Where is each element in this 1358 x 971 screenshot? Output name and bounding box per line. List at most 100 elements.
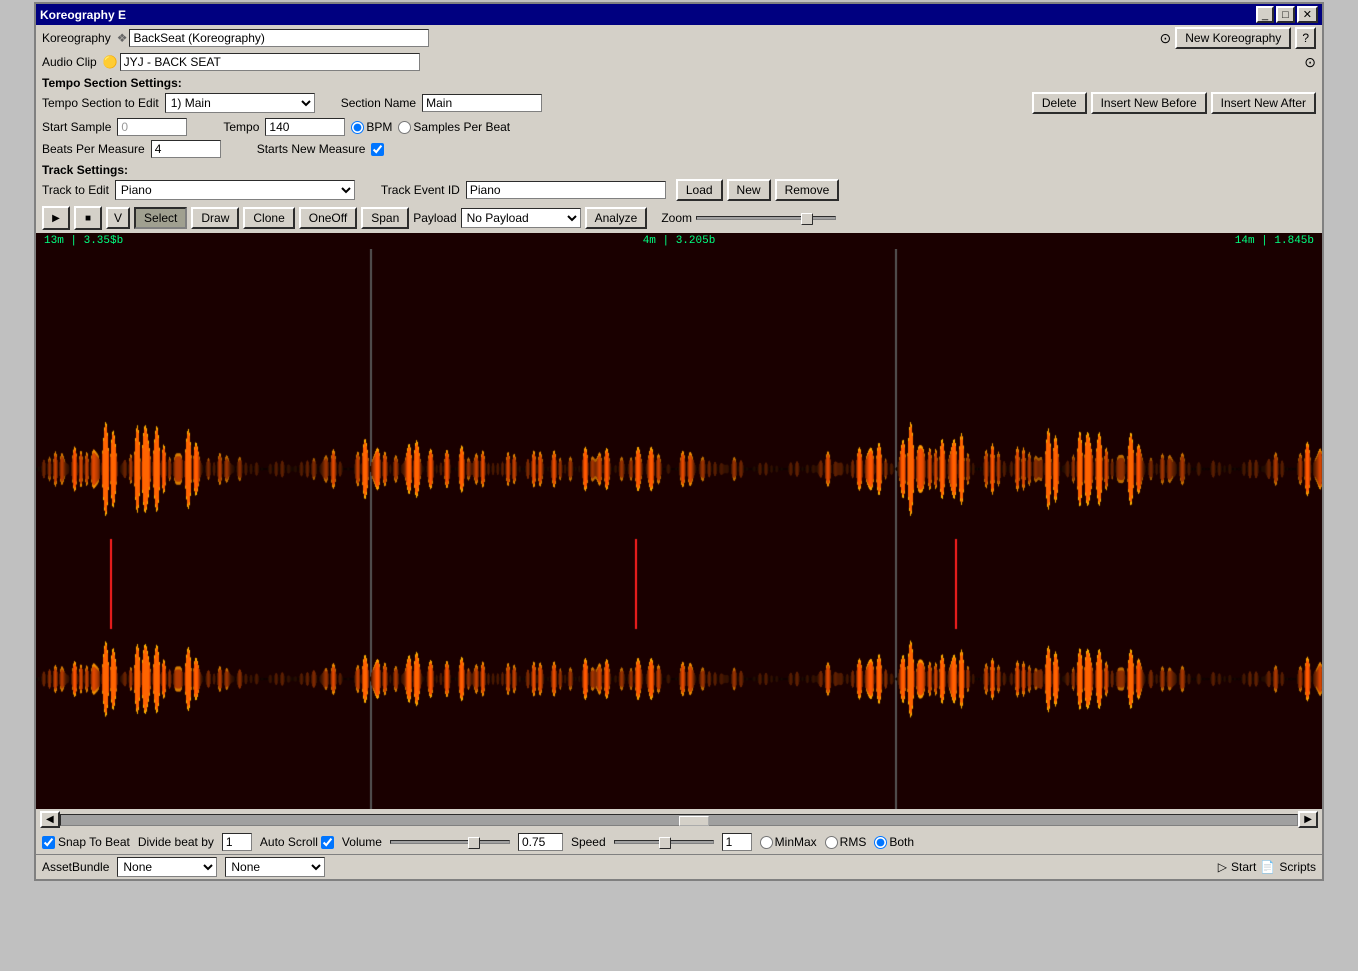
beats-per-measure-label: Beats Per Measure	[42, 142, 145, 156]
audio-clip-label: Audio Clip	[42, 55, 97, 69]
bottom-bar: Snap To Beat Divide beat by Auto Scroll …	[36, 830, 1322, 854]
volume-value-input[interactable]	[518, 833, 563, 851]
new-koreography-btn[interactable]: New Koreography	[1175, 27, 1291, 49]
status-bar: AssetBundle None None ▷ Start 📄 Scripts	[36, 854, 1322, 879]
payload-label: Payload	[413, 211, 456, 225]
beats-per-measure-input[interactable]	[151, 140, 221, 158]
divide-beat-label: Divide beat by	[138, 835, 214, 849]
koreography-row: Koreography ❖ ⊙ New Koreography ?	[36, 25, 1322, 51]
rms-label: RMS	[825, 835, 867, 849]
asset-bundle-select-1[interactable]: None	[117, 857, 217, 877]
both-radio[interactable]	[874, 836, 887, 849]
koreography-input[interactable]	[129, 29, 429, 47]
speed-slider-thumb[interactable]	[659, 837, 671, 849]
tempo-input[interactable]	[265, 118, 345, 136]
spb-radio[interactable]	[398, 121, 411, 134]
v-btn[interactable]: V	[106, 207, 130, 229]
scroll-right-btn[interactable]: ▶	[1298, 811, 1318, 828]
zoom-label: Zoom	[661, 211, 692, 225]
waveform-header: 13m | 3.35$b 4m | 3.205b 14m | 1.845b	[36, 233, 1322, 249]
minmax-label: MinMax	[760, 835, 817, 849]
maximize-btn[interactable]: □	[1276, 6, 1295, 23]
spb-label: Samples Per Beat	[398, 120, 510, 134]
scripts-icon: 📄	[1260, 860, 1275, 874]
section-name-input[interactable]	[422, 94, 542, 112]
starts-new-measure-checkbox[interactable]	[371, 143, 384, 156]
marker-left: 13m | 3.35$b	[44, 235, 123, 247]
start-label: Start	[1231, 860, 1256, 874]
waveform-area[interactable]	[36, 249, 1322, 809]
close-btn[interactable]: ✕	[1297, 6, 1318, 23]
auto-scroll-label: Auto Scroll	[260, 835, 334, 849]
start-icon: ▷	[1218, 860, 1227, 874]
insert-before-btn[interactable]: Insert New Before	[1091, 92, 1207, 114]
koreography-icon: ❖	[117, 31, 128, 45]
track-row: Track to Edit Piano Track Event ID Load …	[36, 177, 1322, 203]
both-label: Both	[874, 835, 914, 849]
scrollbar-thumb[interactable]	[679, 816, 709, 826]
clone-btn[interactable]: Clone	[243, 207, 294, 229]
minimize-btn[interactable]: _	[1256, 6, 1274, 23]
scripts-label: Scripts	[1279, 860, 1316, 874]
speed-slider-track[interactable]	[614, 840, 714, 844]
payload-select[interactable]: No Payload	[461, 208, 581, 228]
new-track-btn[interactable]: New	[727, 179, 771, 201]
remove-btn[interactable]: Remove	[775, 179, 840, 201]
divide-beat-input[interactable]	[222, 833, 252, 851]
scrollbar-row: ◀ ▶	[36, 809, 1322, 830]
stop-btn[interactable]: ■	[74, 206, 102, 230]
snap-to-beat-checkbox[interactable]	[42, 836, 55, 849]
bpm-radio[interactable]	[351, 121, 364, 134]
speed-label: Speed	[571, 835, 606, 849]
scroll-left-btn[interactable]: ◀	[40, 811, 60, 828]
scrollbar-track[interactable]	[60, 814, 1299, 826]
track-to-edit-select[interactable]: Piano	[115, 180, 355, 200]
tempo-label: Tempo	[223, 120, 259, 134]
load-btn[interactable]: Load	[676, 179, 723, 201]
snap-to-beat-label: Snap To Beat	[42, 835, 130, 849]
bpm-label: BPM	[351, 120, 392, 134]
track-to-edit-label: Track to Edit	[42, 183, 109, 197]
marker-right: 14m | 1.845b	[1235, 235, 1314, 247]
volume-slider-thumb[interactable]	[468, 837, 480, 849]
audio-icon: 🟡	[103, 55, 118, 69]
start-scripts-group: ▷ Start 📄 Scripts	[1218, 860, 1316, 874]
draw-btn[interactable]: Draw	[191, 207, 239, 229]
insert-after-btn[interactable]: Insert New After	[1211, 92, 1316, 114]
auto-scroll-checkbox[interactable]	[321, 836, 334, 849]
delete-btn[interactable]: Delete	[1032, 92, 1087, 114]
speed-value-input[interactable]	[722, 833, 752, 851]
span-btn[interactable]: Span	[361, 207, 409, 229]
audio-settings-icon: ⊙	[1304, 54, 1316, 70]
tempo-section-header: Tempo Section Settings:	[36, 73, 1322, 90]
minmax-radio[interactable]	[760, 836, 773, 849]
oneoff-btn[interactable]: OneOff	[299, 207, 357, 229]
volume-slider-track[interactable]	[390, 840, 510, 844]
zoom-slider-thumb[interactable]	[801, 213, 813, 225]
tempo-section-select[interactable]: 1) Main	[165, 93, 315, 113]
help-btn[interactable]: ?	[1295, 27, 1316, 49]
start-sample-label: Start Sample	[42, 120, 111, 134]
settings-icon: ⊙	[1160, 30, 1172, 47]
marker-center: 4m | 3.205b	[643, 235, 716, 247]
select-btn[interactable]: Select	[134, 207, 187, 229]
rms-radio[interactable]	[825, 836, 838, 849]
section-name-label: Section Name	[341, 96, 416, 110]
asset-bundle-label: AssetBundle	[42, 860, 109, 874]
audio-clip-input[interactable]	[120, 53, 420, 71]
tempo-to-edit-label: Tempo Section to Edit	[42, 96, 159, 110]
tempo-row-2: Start Sample Tempo BPM Samples Per Beat	[36, 116, 1322, 138]
volume-label: Volume	[342, 835, 382, 849]
waveform-canvas[interactable]	[36, 249, 1322, 809]
toolbar-row: ▶ ■ V Select Draw Clone OneOff Span Payl…	[36, 203, 1322, 233]
asset-bundle-select-2[interactable]: None	[225, 857, 325, 877]
zoom-slider-track[interactable]	[696, 216, 836, 220]
title-bar: Koreography E _ □ ✕	[36, 4, 1322, 25]
start-sample-input[interactable]	[117, 118, 187, 136]
play-btn[interactable]: ▶	[42, 206, 70, 230]
event-id-input[interactable]	[466, 181, 666, 199]
track-section-header: Track Settings:	[36, 160, 1322, 177]
starts-new-measure-label: Starts New Measure	[257, 142, 366, 156]
analyze-btn[interactable]: Analyze	[585, 207, 648, 229]
koreography-label: Koreography	[42, 31, 111, 45]
